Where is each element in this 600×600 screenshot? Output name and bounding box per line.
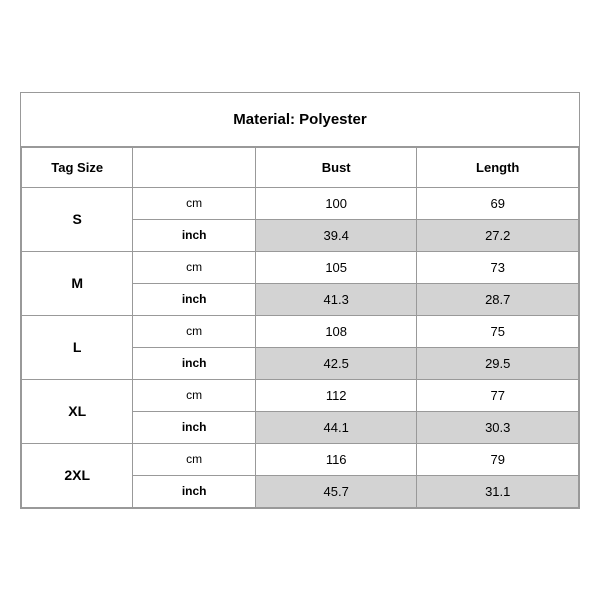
bust-cm-value: 105 <box>255 251 417 283</box>
length-cm-value: 79 <box>417 443 579 475</box>
length-inch-value: 28.7 <box>417 283 579 315</box>
length-cm-value: 77 <box>417 379 579 411</box>
bust-inch-value: 44.1 <box>255 411 417 443</box>
bust-inch-value: 41.3 <box>255 283 417 315</box>
unit-inch-cell: inch <box>133 475 256 507</box>
unit-cm-cell: cm <box>133 379 256 411</box>
chart-title: Material: Polyester <box>21 93 579 147</box>
table-row: Lcm10875 <box>22 315 579 347</box>
unit-cm-cell: cm <box>133 187 256 219</box>
bust-inch-value: 45.7 <box>255 475 417 507</box>
unit-cm-cell: cm <box>133 443 256 475</box>
bust-cm-value: 108 <box>255 315 417 347</box>
length-header: Length <box>417 147 579 187</box>
length-cm-value: 69 <box>417 187 579 219</box>
tag-size-cell: L <box>22 315 133 379</box>
length-inch-value: 31.1 <box>417 475 579 507</box>
bust-cm-value: 100 <box>255 187 417 219</box>
tag-size-cell: XL <box>22 379 133 443</box>
tag-size-header: Tag Size <box>22 147 133 187</box>
length-inch-value: 29.5 <box>417 347 579 379</box>
bust-header: Bust <box>255 147 417 187</box>
unit-cm-cell: cm <box>133 251 256 283</box>
bust-cm-value: 116 <box>255 443 417 475</box>
table-row: XLcm11277 <box>22 379 579 411</box>
length-inch-value: 30.3 <box>417 411 579 443</box>
size-chart-container: Material: Polyester Tag Size Bust Length… <box>20 92 580 509</box>
unit-inch-cell: inch <box>133 219 256 251</box>
unit-inch-cell: inch <box>133 283 256 315</box>
bust-inch-value: 39.4 <box>255 219 417 251</box>
table-header-row: Tag Size Bust Length <box>22 147 579 187</box>
unit-cm-cell: cm <box>133 315 256 347</box>
bust-cm-value: 112 <box>255 379 417 411</box>
size-table: Tag Size Bust Length Scm10069inch39.427.… <box>21 147 579 508</box>
length-cm-value: 73 <box>417 251 579 283</box>
unit-inch-cell: inch <box>133 347 256 379</box>
tag-size-cell: M <box>22 251 133 315</box>
table-body: Scm10069inch39.427.2Mcm10573inch41.328.7… <box>22 187 579 507</box>
table-row: 2XLcm11679 <box>22 443 579 475</box>
tag-size-cell: 2XL <box>22 443 133 507</box>
length-inch-value: 27.2 <box>417 219 579 251</box>
unit-inch-cell: inch <box>133 411 256 443</box>
table-row: Mcm10573 <box>22 251 579 283</box>
table-row: Scm10069 <box>22 187 579 219</box>
unit-header <box>133 147 256 187</box>
bust-inch-value: 42.5 <box>255 347 417 379</box>
length-cm-value: 75 <box>417 315 579 347</box>
tag-size-cell: S <box>22 187 133 251</box>
